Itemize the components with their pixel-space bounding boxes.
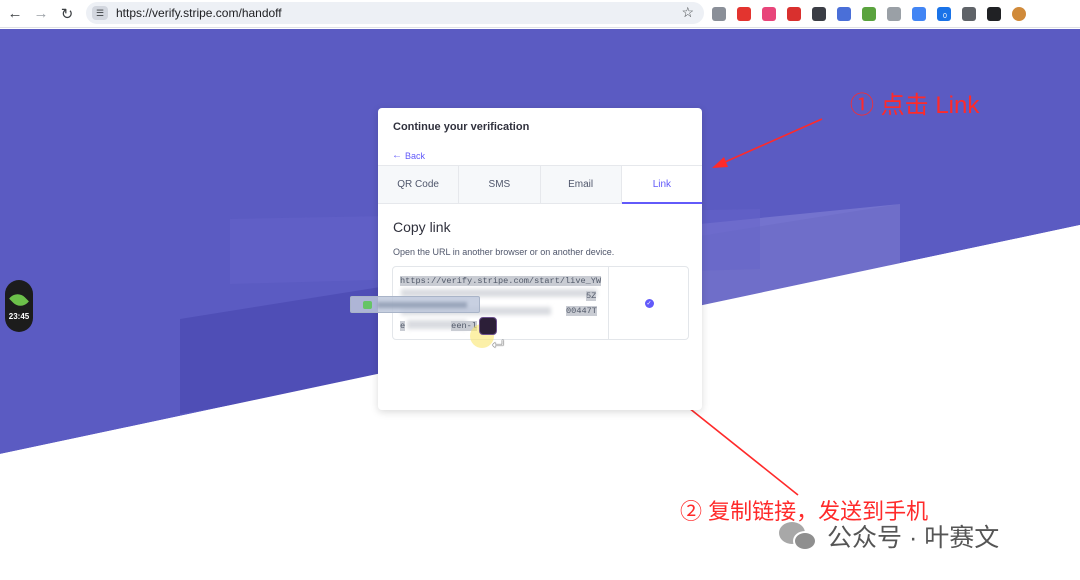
bookmark-star-icon[interactable]: ☆ [681, 4, 694, 21]
puzzle-icon[interactable] [962, 7, 976, 21]
blue-ext-icon[interactable] [912, 7, 926, 21]
reload-icon[interactable]: ↻ [54, 2, 80, 26]
wechat-logo-icon [779, 520, 819, 552]
extension-badge: 0 [941, 13, 949, 20]
v-ext-icon[interactable] [837, 7, 851, 21]
tab-sms[interactable]: SMS [459, 166, 541, 204]
dark-ext-icon[interactable] [812, 7, 826, 21]
forward-arrow-icon[interactable]: → [28, 2, 54, 26]
copy-link-heading: Copy link [393, 219, 451, 235]
abp-icon[interactable] [737, 7, 751, 21]
card-title: Continue your verification [393, 121, 530, 133]
sidepanel-icon[interactable] [987, 7, 1001, 21]
url-line-4-start: e [400, 321, 406, 331]
extensions-bar: 0 [712, 4, 1037, 24]
url-line-3-end: 00447T [566, 306, 597, 316]
timer-text: 23:45 [8, 311, 30, 321]
frog-ext-icon[interactable] [862, 7, 876, 21]
back-arrow-icon: ← [392, 150, 402, 161]
app-drag-icon [479, 317, 497, 335]
leaf-icon [9, 289, 29, 310]
tab-link[interactable]: Link [621, 166, 702, 204]
annotation-step-1: ① 点击 Link [850, 92, 980, 119]
camera-ext-icon[interactable] [887, 7, 901, 21]
copy-button[interactable]: ✓ [610, 267, 688, 339]
pink-ext-icon[interactable] [762, 7, 776, 21]
avatar-icon[interactable] [1012, 7, 1026, 21]
url-line-1: https://verify.stripe.com/start/live_YW [400, 276, 602, 286]
browser-toolbar: ← → ↻ ☰ https://verify.stripe.com/handof… [0, 0, 1080, 28]
back-arrow-icon[interactable]: ← [2, 2, 28, 26]
address-bar[interactable]: ☰ https://verify.stripe.com/handoff ☆ [86, 2, 704, 24]
site-settings-icon[interactable]: ☰ [92, 6, 108, 20]
watermark-text: 公众号 · 叶赛文 [827, 524, 1000, 552]
counter-ext-icon[interactable]: 0 [937, 7, 951, 21]
url-line-2-end: 5Z [586, 291, 597, 301]
tab-qr-code[interactable]: QR Code [378, 166, 460, 204]
drag-preview [350, 296, 480, 313]
back-link[interactable]: ← Back [392, 150, 425, 161]
verification-card: Continue your verification ← Back QR Cod… [378, 108, 702, 410]
image-ext-icon[interactable] [712, 7, 726, 21]
tab-email[interactable]: Email [540, 166, 622, 204]
copy-link-description: Open the URL in another browser or on an… [393, 247, 615, 257]
method-tabs: QR Code SMS Email Link [378, 165, 702, 204]
floating-timer-widget[interactable]: 23:45 [5, 280, 33, 332]
drag-favicon-icon [363, 301, 372, 309]
redacted-text [377, 302, 467, 308]
url-text[interactable]: https://verify.stripe.com/handoff [116, 6, 282, 20]
wechat-watermark: 公众号 · 叶赛文 [779, 518, 999, 554]
check-icon: ✓ [644, 298, 654, 308]
back-label: Back [405, 150, 426, 161]
red-ext-icon[interactable] [787, 7, 801, 21]
mouse-pointer-icon: ⮠ [492, 336, 505, 353]
